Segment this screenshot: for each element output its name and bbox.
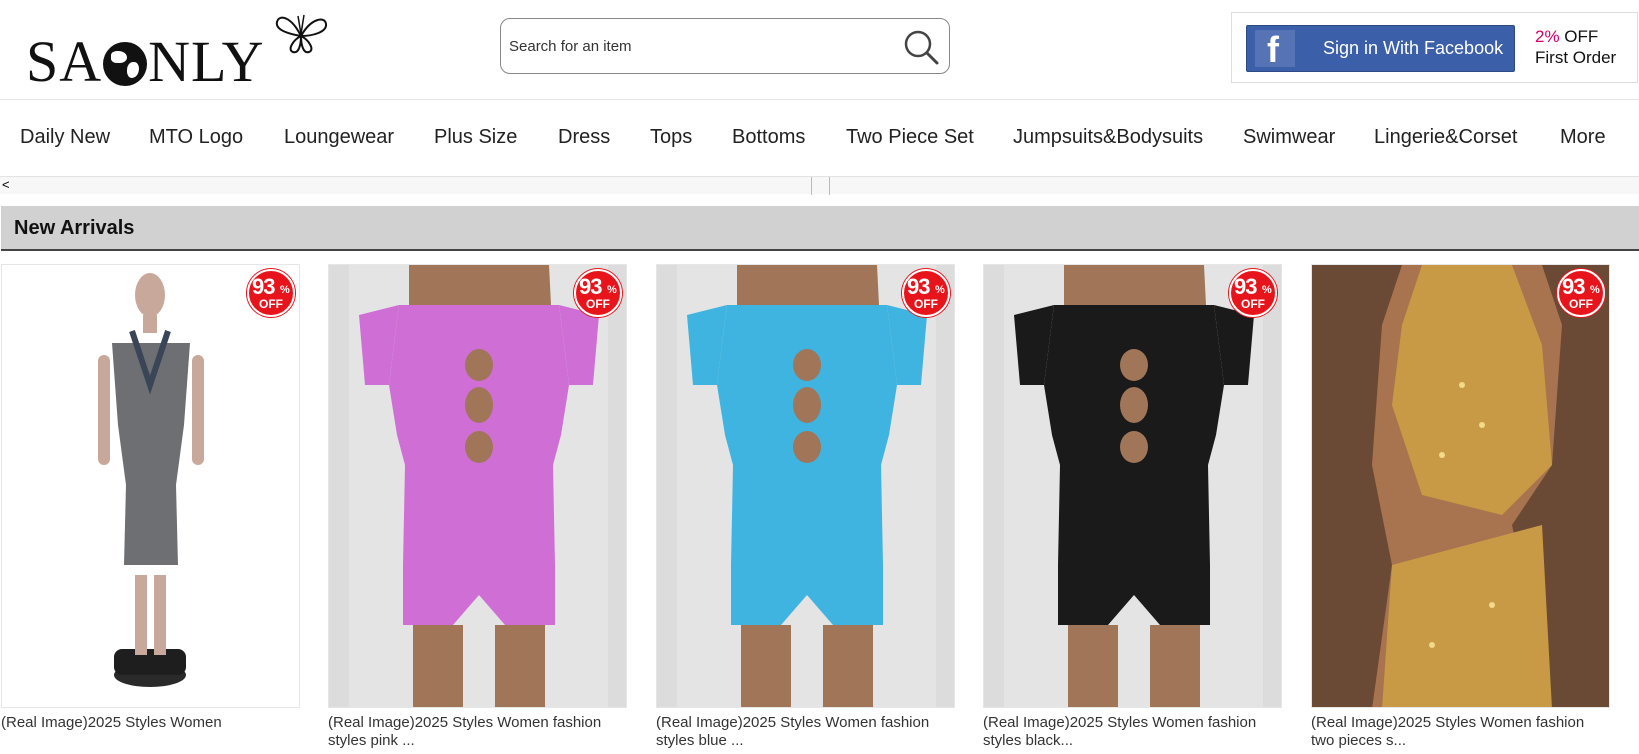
discount-off-label: OFF	[259, 297, 283, 311]
discount-off-label: OFF	[914, 297, 938, 311]
carousel-strip: <	[0, 176, 1639, 195]
search-box	[500, 18, 950, 74]
product-photo	[2, 265, 299, 707]
discount-badge: 93 % OFF	[1557, 269, 1605, 317]
product-card: 93 % OFF (Real Image)2025 Styles Women f…	[1311, 264, 1610, 754]
discount-number: 93	[907, 274, 931, 299]
nav-item-daily-new[interactable]: Daily New	[20, 126, 110, 149]
promo-line2: First Order	[1535, 48, 1617, 67]
nav-item-lingerie-corset[interactable]: Lingerie&Corset	[1374, 126, 1517, 149]
product-title[interactable]: (Real Image)2025 Styles Women fashion st…	[983, 714, 1282, 750]
logo-text-left: SA	[26, 29, 103, 94]
product-image[interactable]: 93 % OFF	[328, 264, 627, 708]
nav-item-swimwear[interactable]: Swimwear	[1243, 126, 1335, 149]
nav-item-jumpsuits-bodysuits[interactable]: Jumpsuits&Bodysuits	[1013, 126, 1203, 149]
discount-number: 93	[252, 274, 276, 299]
section-title: New Arrivals	[14, 217, 135, 239]
nav-item-more[interactable]: More	[1560, 126, 1606, 149]
discount-percent-sign: %	[1590, 284, 1600, 296]
product-image[interactable]: 93 % OFF	[1, 264, 300, 708]
nav-item-loungewear[interactable]: Loungewear	[284, 126, 394, 149]
nav-item-dress[interactable]: Dress	[558, 126, 610, 149]
discount-badge: 93 % OFF	[902, 269, 950, 317]
product-card: 93 % OFF (Real Image)2025 Styles Women	[1, 264, 300, 754]
discount-badge: 93 % OFF	[247, 269, 295, 317]
facebook-signin-button[interactable]: f Sign in With Facebook	[1246, 25, 1515, 72]
discount-number: 93	[1234, 274, 1258, 299]
signin-panel: f Sign in With Facebook 2% OFF First Ord…	[1231, 12, 1638, 83]
site-logo[interactable]: SA NLY	[26, 10, 327, 94]
discount-off-label: OFF	[1569, 297, 1593, 311]
discount-badge: 93 % OFF	[574, 269, 622, 317]
discount-percent-sign: %	[280, 284, 290, 296]
product-title[interactable]: (Real Image)2025 Styles Women fashion tw…	[1311, 714, 1610, 750]
discount-number: 93	[579, 274, 603, 299]
site-header: SA NLY f Sign in With Facebook 2% OFF Fir…	[0, 0, 1639, 100]
discount-percent-sign: %	[935, 284, 945, 296]
butterfly-icon	[275, 14, 327, 54]
product-photo	[1312, 265, 1609, 707]
new-arrivals-header: New Arrivals	[1, 206, 1639, 251]
product-title[interactable]: (Real Image)2025 Styles Women fashion st…	[656, 714, 955, 750]
carousel-prev-arrow[interactable]: <	[2, 177, 10, 193]
logo-wordmark: SA NLY	[26, 30, 265, 94]
product-card: 93 % OFF (Real Image)2025 Styles Women f…	[328, 264, 627, 754]
product-photo	[657, 265, 954, 707]
discount-off-label: OFF	[1241, 297, 1265, 311]
discount-off-label: OFF	[586, 297, 610, 311]
globe-icon	[103, 41, 148, 86]
strip-divider	[829, 177, 830, 195]
nav-item-bottoms[interactable]: Bottoms	[732, 126, 805, 149]
discount-percent-sign: %	[1262, 284, 1272, 296]
search-input[interactable]	[509, 19, 889, 73]
search-icon[interactable]	[901, 27, 941, 67]
product-image[interactable]: 93 % OFF	[656, 264, 955, 708]
nav-item-mto-logo[interactable]: MTO Logo	[149, 126, 243, 149]
nav-item-plus-size[interactable]: Plus Size	[434, 126, 517, 149]
strip-divider	[811, 177, 812, 195]
product-title[interactable]: (Real Image)2025 Styles Women	[1, 714, 300, 732]
facebook-icon: f	[1255, 30, 1295, 70]
promo-off: OFF	[1559, 27, 1599, 46]
discount-number: 93	[1562, 274, 1586, 299]
product-photo	[329, 265, 626, 707]
nav-item-two-piece-set[interactable]: Two Piece Set	[846, 126, 974, 149]
category-nav: Daily New MTO Logo Loungewear Plus Size …	[0, 101, 1639, 176]
first-order-promo: 2% OFF First Order	[1535, 26, 1616, 68]
discount-badge: 93 % OFF	[1229, 269, 1277, 317]
product-card: 93 % OFF (Real Image)2025 Styles Women f…	[656, 264, 955, 754]
promo-percent: 2%	[1535, 27, 1560, 46]
nav-item-tops[interactable]: Tops	[650, 126, 692, 149]
product-title[interactable]: (Real Image)2025 Styles Women fashion st…	[328, 714, 627, 750]
product-image[interactable]: 93 % OFF	[1311, 264, 1610, 708]
logo-text-right: NLY	[148, 29, 265, 94]
product-image[interactable]: 93 % OFF	[983, 264, 1282, 708]
discount-percent-sign: %	[607, 284, 617, 296]
product-photo	[984, 265, 1281, 707]
facebook-signin-label: Sign in With Facebook	[1323, 38, 1504, 58]
product-card: 93 % OFF (Real Image)2025 Styles Women f…	[983, 264, 1282, 754]
